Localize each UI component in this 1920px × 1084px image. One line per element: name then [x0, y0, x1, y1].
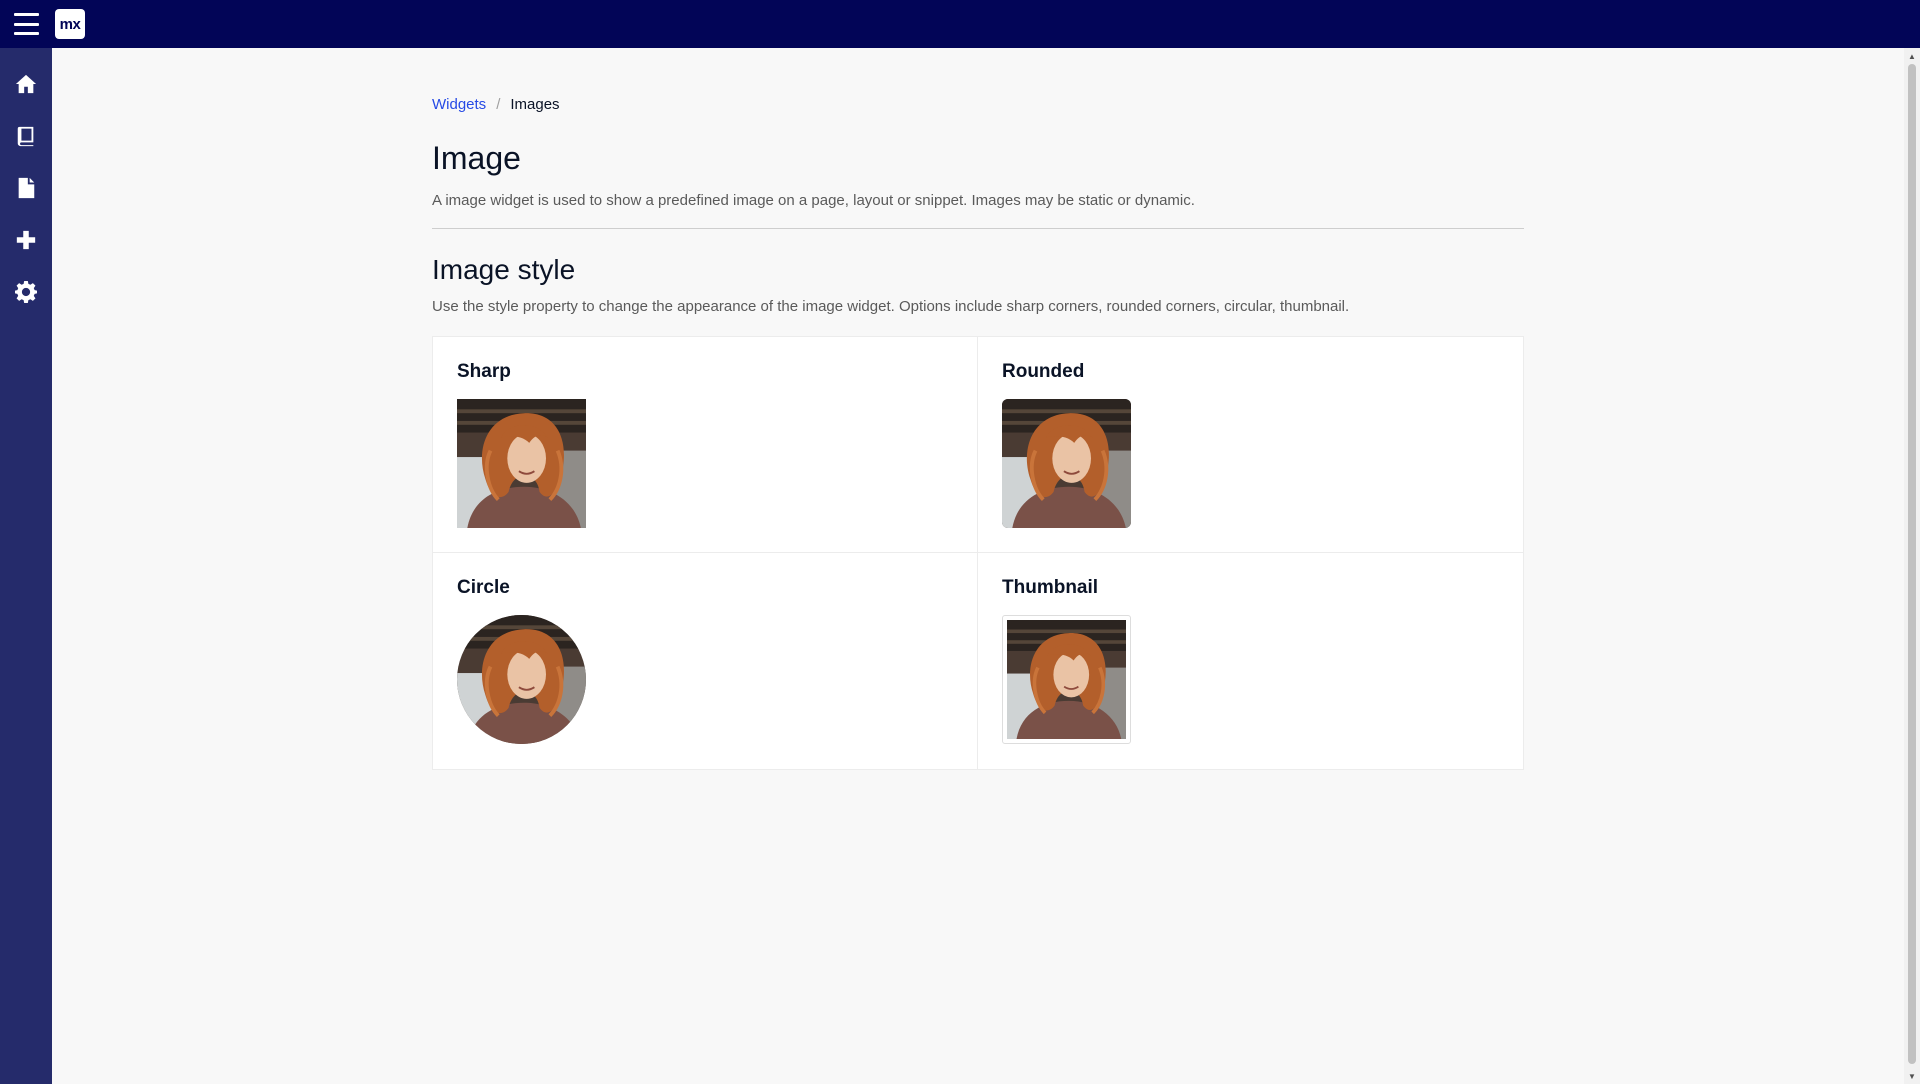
scroll-up-arrow-icon[interactable]: ▲ — [1904, 48, 1920, 64]
document-icon — [18, 177, 35, 199]
top-bar: mx — [0, 0, 1920, 48]
breadcrumb-separator: / — [496, 96, 501, 113]
sidebar-item-home[interactable] — [0, 58, 52, 110]
breadcrumb-link-widgets[interactable]: Widgets — [432, 96, 486, 113]
plus-icon — [16, 230, 36, 250]
scrollbar-thumb[interactable] — [1908, 64, 1916, 1064]
page-description: A image widget is used to show a predefi… — [432, 192, 1195, 209]
section-title: Image style — [432, 254, 576, 285]
section-description: Use the style property to change the app… — [432, 298, 1350, 315]
style-card-title: Sharp — [457, 361, 511, 382]
gear-icon — [15, 281, 37, 303]
breadcrumb: Widgets / Images — [432, 96, 560, 113]
image-style-grid: Sharp Rounded Circle Thumbnail — [432, 336, 1524, 770]
vertical-scrollbar[interactable]: ▲ ▼ — [1904, 48, 1920, 1084]
divider — [432, 228, 1524, 229]
sidebar-item-add[interactable] — [0, 214, 52, 266]
sidebar-item-document[interactable] — [0, 162, 52, 214]
page-title: Image — [432, 140, 521, 176]
breadcrumb-current: Images — [510, 96, 560, 113]
book-icon — [17, 126, 34, 147]
style-card-title: Thumbnail — [1002, 577, 1099, 598]
style-card-title: Circle — [457, 577, 510, 598]
sharp-image — [457, 399, 586, 528]
style-card-thumbnail: Thumbnail — [978, 553, 1523, 769]
style-card-rounded: Rounded — [978, 337, 1523, 553]
home-icon — [15, 74, 37, 94]
sidebar-item-settings[interactable] — [0, 266, 52, 318]
circle-image — [457, 615, 586, 744]
hamburger-icon[interactable] — [14, 13, 39, 35]
style-card-title: Rounded — [1002, 361, 1085, 382]
style-card-circle: Circle — [433, 553, 978, 769]
scroll-down-arrow-icon[interactable]: ▼ — [1904, 1068, 1920, 1084]
app-logo[interactable]: mx — [55, 9, 85, 39]
sidebar — [0, 48, 52, 1084]
main-content: Widgets / Images Image A image widget is u… — [52, 48, 1904, 1084]
style-card-sharp: Sharp — [433, 337, 978, 553]
thumbnail-image — [1002, 615, 1131, 744]
rounded-image — [1002, 399, 1131, 528]
sidebar-item-book[interactable] — [0, 110, 52, 162]
